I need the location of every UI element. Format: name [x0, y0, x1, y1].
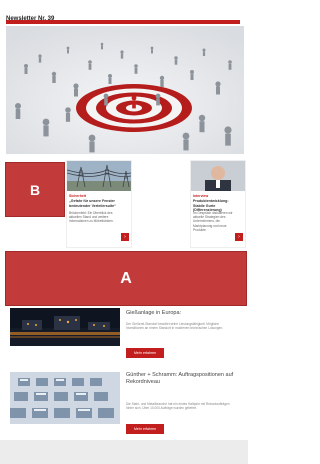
card-teaser: Im Gespräch diskutieren wir aktuelle Str…: [193, 211, 233, 232]
article-teaser: Der Gießerei-Standort bewährt seine Leis…: [126, 322, 224, 331]
annotation-label-b: B: [5, 162, 65, 217]
target-crowd-illustration: [6, 26, 244, 154]
hero-image[interactable]: [6, 26, 244, 154]
read-more-button[interactable]: Mehr erfahren: [126, 424, 164, 434]
portrait-image: [191, 161, 245, 191]
annotation-label-a: A: [5, 251, 247, 306]
card-category: Interview: [193, 194, 209, 198]
article-title[interactable]: Gießanlage in Europa:: [126, 310, 238, 317]
read-more-button[interactable]: Mehr erfahren: [126, 348, 164, 358]
warehouse-image[interactable]: [10, 372, 120, 424]
card-more-button[interactable]: ›: [235, 233, 243, 241]
article-teaser: Die Stahl- und Metallbranche hat ein ers…: [126, 402, 230, 411]
card-teaser: Brückenfeld: Ein Überblick des aktuellen…: [69, 211, 114, 224]
header-accent-bar: [6, 20, 240, 24]
card-category: Sicherheit: [69, 194, 86, 198]
article-item: Günther + Schramm: Auftragspositionen au…: [6, 368, 244, 438]
article-title[interactable]: Günther + Schramm: Auftragspositionen au…: [126, 372, 238, 386]
footer-band: [0, 440, 248, 464]
card-headline[interactable]: „Gefahr für unsere Fenster bedeutender V…: [69, 199, 127, 208]
news-card[interactable]: Sicherheit „Gefahr für unsere Fenster be…: [66, 160, 132, 248]
card-more-button[interactable]: ›: [121, 233, 129, 241]
foundry-night-image[interactable]: [10, 308, 120, 346]
power-lines-image: [67, 161, 131, 191]
news-card[interactable]: Interview Produktentwicklung: Stabile Gu…: [190, 160, 246, 248]
